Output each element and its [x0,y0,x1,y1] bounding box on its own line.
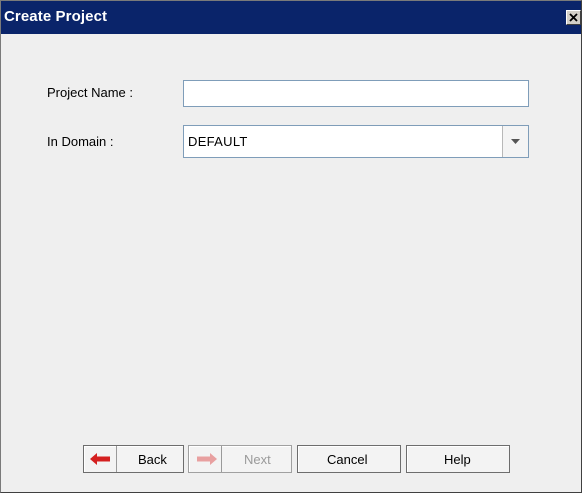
arrow-left-icon [90,453,110,465]
help-button-label: Help [444,452,471,467]
icon-separator [221,446,222,472]
chevron-down-icon [511,139,520,144]
title-bar[interactable]: Create Project [1,1,581,34]
create-project-dialog: Create Project Project Name : In Domain … [0,0,582,493]
domain-dropdown-button[interactable] [502,126,528,157]
project-name-label: Project Name : [47,85,133,100]
cancel-button-label: Cancel [327,452,368,467]
domain-select[interactable]: DEFAULT [183,125,529,158]
icon-separator [116,446,117,472]
cancel-button[interactable]: Cancel [297,445,401,473]
back-button-label: Back [138,452,167,467]
domain-selected-value: DEFAULT [188,134,248,149]
back-button[interactable]: Back [83,445,184,473]
next-button[interactable]: Next [188,445,292,473]
project-name-input[interactable] [183,80,529,107]
help-button[interactable]: Help [406,445,510,473]
next-button-label: Next [244,452,271,467]
arrow-right-icon [197,453,217,465]
domain-label: In Domain : [47,134,114,149]
dialog-title: Create Project [4,8,108,25]
close-button[interactable] [566,10,581,25]
close-icon [569,13,578,22]
